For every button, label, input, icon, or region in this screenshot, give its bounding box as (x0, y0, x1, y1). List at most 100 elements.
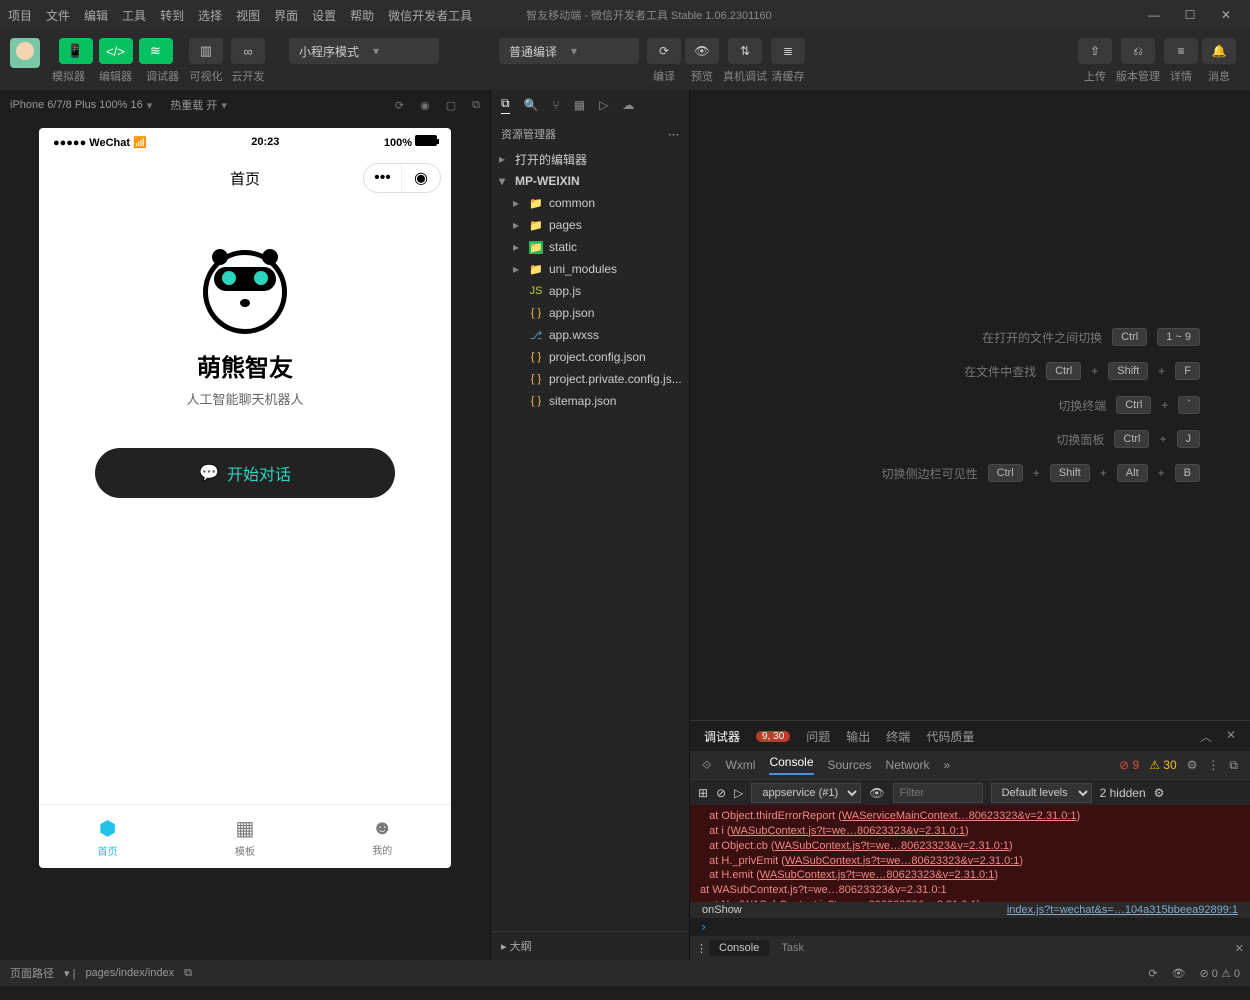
record-icon[interactable]: ◉ (420, 99, 430, 112)
extensions-icon[interactable]: ▦ (574, 98, 585, 112)
tab-terminal[interactable]: 终端 (886, 728, 910, 745)
more-icon[interactable]: ⋯ (668, 128, 679, 141)
detail-button[interactable]: ≡ (1164, 38, 1198, 64)
inspect-icon[interactable]: ⟐ (702, 758, 711, 773)
more-icon[interactable]: ••• (364, 164, 402, 192)
explorer-icon[interactable]: ⧉ (501, 96, 510, 114)
play-icon[interactable]: ▷ (734, 786, 743, 800)
menu-item[interactable]: 选择 (198, 7, 222, 24)
clear-icon[interactable]: ⊘ (716, 786, 726, 800)
minimize-icon[interactable]: — (1138, 3, 1170, 27)
tree-item[interactable]: { }project.private.config.js... (491, 368, 689, 390)
sidebar-toggle-icon[interactable]: ⊞ (698, 786, 708, 800)
tree-item[interactable]: { }sitemap.json (491, 390, 689, 412)
menu-item[interactable]: 视图 (236, 7, 260, 24)
copy-icon[interactable]: ⧉ (472, 99, 480, 112)
console-prompt[interactable]: › (690, 918, 1250, 936)
hidden-count[interactable]: 2 hidden (1100, 786, 1146, 800)
tree-item[interactable]: ▸📁uni_modules (491, 258, 689, 280)
debug-icon[interactable]: ▷ (599, 98, 608, 112)
menu-item[interactable]: 转到 (160, 7, 184, 24)
visual-button[interactable]: ▥ (189, 38, 223, 64)
menu-item[interactable]: 帮助 (350, 7, 374, 24)
branch-icon[interactable]: ⑂ (553, 98, 560, 112)
tree-section[interactable]: ▸打开的编辑器 (491, 148, 689, 170)
devtab-console[interactable]: Console (769, 755, 813, 775)
menu-icon[interactable]: ⋮ (1207, 758, 1219, 772)
close-icon[interactable]: ✕ (1210, 3, 1242, 27)
tree-root[interactable]: ▾MP-WEIXIN (491, 170, 689, 192)
tree-item[interactable]: { }app.json (491, 302, 689, 324)
close-icon[interactable]: ✕ (1235, 942, 1244, 955)
phone-icon[interactable]: ▢ (446, 99, 456, 112)
tree-item[interactable]: ⎇app.wxss (491, 324, 689, 346)
menu-icon[interactable]: ⋮ (696, 942, 707, 955)
message-button[interactable]: 🔔 (1202, 38, 1236, 64)
tab-mine[interactable]: ☻我的 (314, 805, 451, 868)
diagnostics[interactable]: ⊘ 0 ⚠ 0 (1200, 967, 1240, 980)
editor-button[interactable]: </> (99, 38, 133, 64)
page-path[interactable]: pages/index/index (85, 967, 174, 979)
dock-icon[interactable]: ⧉ (1229, 758, 1238, 773)
compile-button[interactable]: ⟳ (647, 38, 681, 64)
version-button[interactable]: ⎌ (1121, 38, 1155, 64)
preview-button[interactable]: 👁 (685, 38, 719, 64)
avatar[interactable] (10, 38, 40, 68)
devtab-network[interactable]: Network (886, 758, 930, 772)
devtab-wxml[interactable]: Wxml (725, 758, 755, 772)
refresh-icon[interactable]: ⟳ (395, 99, 404, 112)
menu-item[interactable]: 编辑 (84, 7, 108, 24)
tab-quality[interactable]: 代码质量 (926, 728, 974, 745)
mini-program-capsule[interactable]: •••◉ (363, 163, 441, 193)
error-count[interactable]: ⊘ 9 (1119, 758, 1139, 772)
menu-item[interactable]: 微信开发者工具 (388, 7, 472, 24)
target-icon[interactable]: ◉ (402, 164, 440, 192)
device-info[interactable]: iPhone 6/7/8 Plus 100% 16 (10, 99, 143, 111)
tree-item[interactable]: { }project.config.json (491, 346, 689, 368)
copy-icon[interactable]: ⧉ (184, 967, 192, 980)
mode-select[interactable]: 小程序模式 (289, 38, 439, 64)
tree-item[interactable]: JSapp.js (491, 280, 689, 302)
context-select[interactable]: appservice (#1) (751, 783, 861, 803)
menu-item[interactable]: 工具 (122, 7, 146, 24)
tab-template[interactable]: ▦模板 (176, 805, 313, 868)
warn-count[interactable]: ⚠ 30 (1149, 758, 1176, 772)
filter-input[interactable] (893, 783, 983, 803)
start-chat-button[interactable]: 💬开始对话 (95, 448, 395, 498)
tree-item[interactable]: ▸📁static (491, 236, 689, 258)
simulator-button[interactable]: 📱 (59, 38, 93, 64)
console-output[interactable]: at Object.thirdErrorReport (WAServiceMai… (690, 805, 1250, 902)
gear-icon[interactable]: ⚙ (1187, 758, 1198, 772)
compile-select[interactable]: 普通编译 (499, 38, 639, 64)
clear-cache-button[interactable]: ≣ (771, 38, 805, 64)
tab-home[interactable]: ⬢首页 (39, 805, 176, 868)
chevron-up-icon[interactable]: ︿ (1200, 728, 1212, 745)
more-tabs-icon[interactable]: » (944, 758, 951, 772)
bottom-tab-task[interactable]: Task (771, 940, 814, 956)
close-icon[interactable]: ✕ (1226, 728, 1236, 745)
tab-debugger[interactable]: 调试器 (704, 728, 740, 745)
maximize-icon[interactable]: ☐ (1174, 3, 1206, 27)
menu-item[interactable]: 设置 (312, 7, 336, 24)
gear-icon[interactable]: ⚙ (1154, 786, 1165, 800)
eye-icon[interactable]: 👁 (1172, 967, 1186, 980)
search-icon[interactable]: 🔍 (524, 98, 539, 112)
tab-output[interactable]: 输出 (846, 728, 870, 745)
tab-problems[interactable]: 问题 (806, 728, 830, 745)
hotreload-toggle[interactable]: 热重载 开 (170, 97, 217, 113)
cloud-icon[interactable]: ☁ (622, 98, 634, 112)
bottom-tab-console[interactable]: Console (709, 940, 769, 956)
tree-item[interactable]: ▸📁common (491, 192, 689, 214)
eye-icon[interactable]: 👁 (869, 786, 884, 800)
cloud-button[interactable]: ∞ (231, 38, 265, 64)
menu-item[interactable]: 项目 (8, 7, 32, 24)
menu-item[interactable]: 界面 (274, 7, 298, 24)
devtab-sources[interactable]: Sources (828, 758, 872, 772)
levels-select[interactable]: Default levels (991, 783, 1092, 803)
remote-debug-button[interactable]: ⇅ (728, 38, 762, 64)
outline-section[interactable]: ▸ 大纲 (491, 931, 689, 960)
sync-icon[interactable]: ⟳ (1148, 967, 1157, 980)
tree-item[interactable]: ▸📁pages (491, 214, 689, 236)
menu-item[interactable]: 文件 (46, 7, 70, 24)
upload-button[interactable]: ⇧ (1078, 38, 1112, 64)
